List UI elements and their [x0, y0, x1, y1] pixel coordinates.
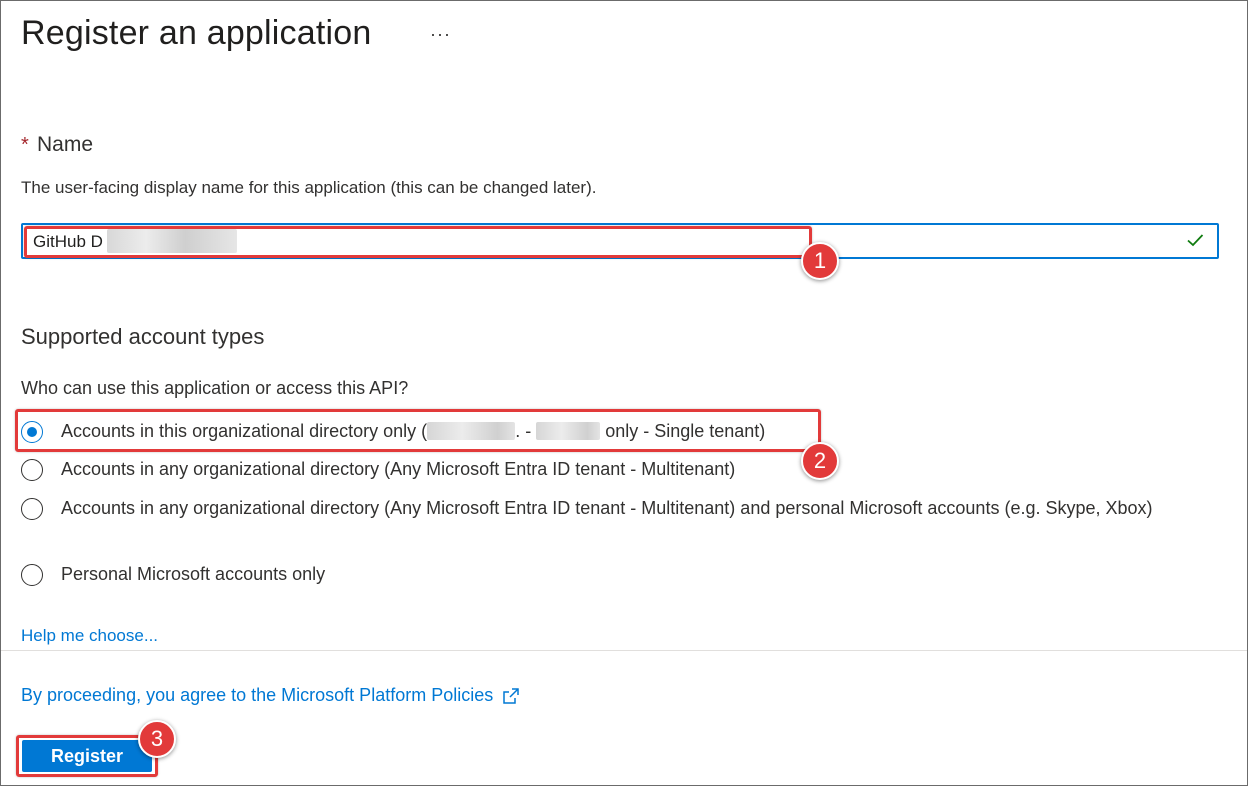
- more-ellipsis-icon[interactable]: ···: [430, 24, 451, 45]
- callout-badge-1: 1: [801, 242, 839, 280]
- platform-policies-label: By proceeding, you agree to the Microsof…: [21, 685, 494, 705]
- radio-button[interactable]: [21, 564, 43, 586]
- register-button[interactable]: Register: [22, 740, 152, 772]
- radio-button[interactable]: [21, 498, 43, 520]
- radio-option-single-tenant[interactable]: Accounts in this organizational director…: [21, 421, 765, 445]
- radio-label-multitenant: Accounts in any organizational directory…: [61, 459, 736, 479]
- name-label: Name: [37, 133, 94, 156]
- required-marker: *: [21, 134, 29, 156]
- name-description: The user-facing display name for this ap…: [21, 178, 597, 197]
- page-title: Register an application: [21, 14, 372, 52]
- help-me-choose-link[interactable]: Help me choose...: [21, 626, 158, 646]
- callout-badge-2: 2: [801, 442, 839, 480]
- checkmark-icon: [1185, 230, 1205, 255]
- account-types-title: Supported account types: [21, 324, 265, 349]
- name-input[interactable]: GitHub D: [21, 223, 1219, 259]
- redacted-text: [536, 422, 601, 440]
- footer-divider: [1, 650, 1247, 651]
- redacted-text: [427, 422, 516, 440]
- name-input-value: GitHub D: [33, 232, 103, 251]
- radio-option-multitenant[interactable]: Accounts in any organizational directory…: [21, 459, 735, 483]
- radio-option-personal-only[interactable]: Personal Microsoft accounts only: [21, 564, 325, 588]
- radio-button-selected[interactable]: [21, 421, 43, 443]
- redacted-text: [107, 229, 237, 253]
- callout-badge-3: 3: [138, 720, 176, 758]
- radio-label-multitenant-personal: Accounts in any organizational directory…: [61, 498, 1153, 518]
- radio-option-multitenant-personal[interactable]: Accounts in any organizational directory…: [21, 498, 1201, 522]
- radio-label-single-tenant: Accounts in this organizational director…: [61, 421, 766, 441]
- platform-policies-link[interactable]: By proceeding, you agree to the Microsof…: [21, 685, 521, 706]
- radio-button[interactable]: [21, 459, 43, 481]
- radio-label-personal-only: Personal Microsoft accounts only: [61, 564, 326, 584]
- account-types-question: Who can use this application or access t…: [21, 378, 409, 398]
- external-link-icon: [503, 687, 519, 704]
